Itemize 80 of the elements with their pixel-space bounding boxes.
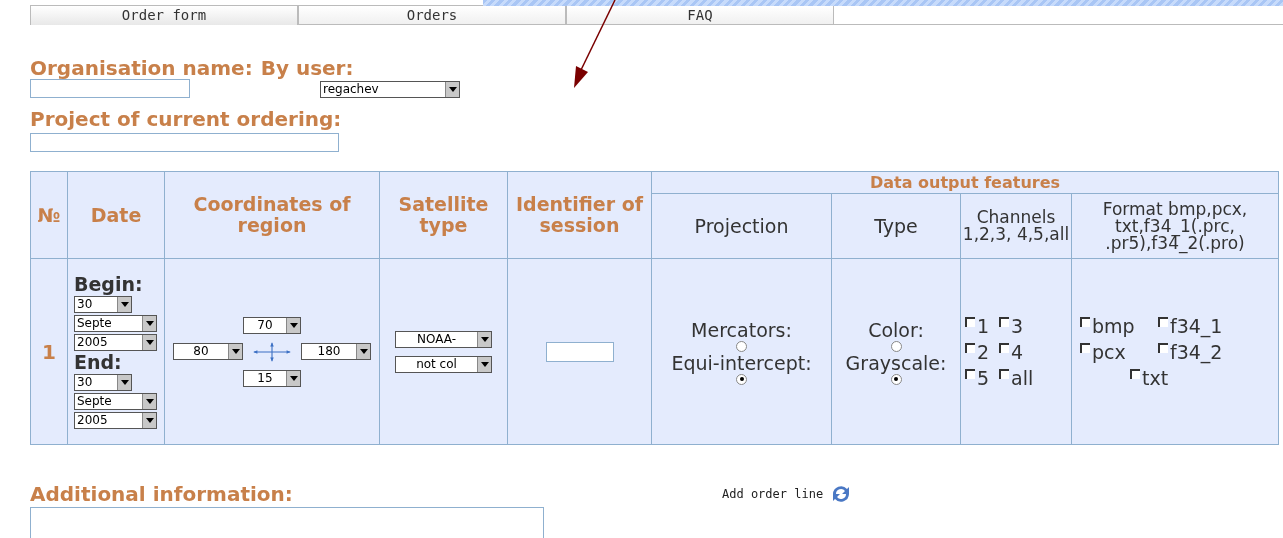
caret-icon xyxy=(142,315,156,331)
caret-icon xyxy=(356,344,370,359)
caret-icon xyxy=(117,374,131,390)
caret-icon xyxy=(142,393,156,409)
dropdown[interactable]: 30 xyxy=(74,295,132,313)
column-header: Satellite type xyxy=(379,171,508,259)
form-label: Organisation name: xyxy=(30,57,253,79)
form-label: Project of current ordering: xyxy=(30,108,343,130)
caret-icon xyxy=(477,331,491,347)
input-field[interactable] xyxy=(30,79,190,98)
dropdown[interactable]: Septe xyxy=(74,392,157,410)
checkbox[interactable] xyxy=(1080,316,1090,327)
checkbox[interactable] xyxy=(1130,368,1140,379)
form-label: Additional information: xyxy=(30,481,294,507)
dropdown[interactable]: NOAA- xyxy=(395,330,492,348)
dropdown[interactable]: 80 xyxy=(173,343,243,360)
column-header: Format bmp,pcx, txt,f34_1(.prc, .pr5),f34_2(.pro) xyxy=(1071,193,1279,259)
dropdown[interactable]: 15 xyxy=(243,369,301,387)
caret-icon xyxy=(117,296,131,312)
checkbox[interactable] xyxy=(999,342,1009,353)
caret-icon xyxy=(477,356,491,372)
radio-button[interactable] xyxy=(736,373,747,385)
checkbox[interactable] xyxy=(999,316,1009,327)
column-header: Projection xyxy=(651,193,832,259)
tab[interactable]: Order form xyxy=(30,5,298,25)
caret-icon xyxy=(445,82,459,97)
checkbox[interactable] xyxy=(965,342,975,353)
dropdown[interactable]: regachev xyxy=(320,81,460,98)
dropdown[interactable]: 2005 xyxy=(74,411,157,429)
checkbox[interactable] xyxy=(1158,316,1168,327)
caret-icon xyxy=(286,370,300,386)
checkbox-label: f34_2 xyxy=(1170,339,1223,365)
column-header: Coordinates of region xyxy=(164,171,380,259)
dropdown[interactable]: Septe xyxy=(74,314,157,332)
add-order-line-button[interactable]: Add order line xyxy=(722,482,854,506)
dropdown[interactable]: 70 xyxy=(243,316,301,334)
checkbox-label: all xyxy=(1011,365,1034,391)
caret-icon xyxy=(228,344,242,359)
checkbox[interactable] xyxy=(1158,342,1168,353)
column-header: Type xyxy=(831,193,961,259)
dropdown[interactable]: 2005 xyxy=(74,333,157,351)
column-header: Channels 1,2,3, 4,5,all xyxy=(960,193,1072,259)
checkbox[interactable] xyxy=(965,316,975,327)
group-header: Data output features xyxy=(651,171,1279,194)
input-field[interactable] xyxy=(545,341,614,362)
row-number: 1 xyxy=(30,258,68,445)
option-label: Equi-intercept: xyxy=(671,351,812,374)
tab[interactable]: FAQ xyxy=(566,5,834,25)
option-label: Color: xyxy=(868,318,924,341)
column-header: Identifier of session xyxy=(507,171,652,259)
checkbox[interactable] xyxy=(1080,342,1090,353)
dropdown[interactable]: not col xyxy=(395,355,492,373)
column-header: Date xyxy=(67,171,165,259)
date-label: Begin: xyxy=(74,274,144,294)
checkbox-label: 5 xyxy=(977,365,990,391)
checkbox-label: 2 xyxy=(977,339,990,365)
form-label: By user: xyxy=(260,57,354,79)
checkbox-label: txt xyxy=(1142,365,1169,391)
date-label: End: xyxy=(74,352,123,372)
dropdown[interactable]: 180 xyxy=(301,343,371,360)
checkbox-label: pcx xyxy=(1092,339,1126,365)
checkbox[interactable] xyxy=(965,368,975,379)
caret-icon xyxy=(142,334,156,350)
checkbox-label: 1 xyxy=(977,313,990,339)
checkbox-label: 4 xyxy=(1011,339,1024,365)
checkbox-label: 3 xyxy=(1011,313,1024,339)
caret-icon xyxy=(286,317,300,333)
caret-icon xyxy=(142,412,156,428)
column-header: № xyxy=(30,171,68,259)
checkbox[interactable] xyxy=(999,368,1009,379)
tab[interactable]: Orders xyxy=(298,5,566,25)
radio-button[interactable] xyxy=(890,340,902,352)
option-label: Mercators: xyxy=(691,318,792,341)
radio-button[interactable] xyxy=(736,340,747,352)
input-field[interactable] xyxy=(30,133,339,152)
radio-button[interactable] xyxy=(890,373,902,385)
checkbox-label: f34_1 xyxy=(1170,313,1223,339)
option-label: Grayscale: xyxy=(845,351,947,374)
dropdown[interactable]: 30 xyxy=(74,373,132,391)
checkbox-label: bmp xyxy=(1092,313,1135,339)
